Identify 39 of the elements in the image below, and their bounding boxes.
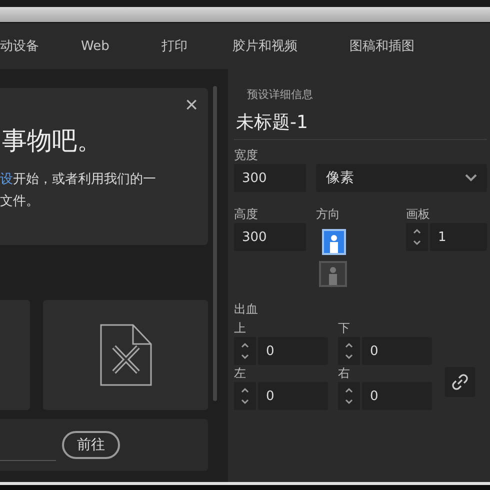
intro-text: 设开始，或者利用我们的一文件。 [0,171,157,211]
width-field[interactable]: 300 [234,164,306,192]
stepper-arrows-icon[interactable] [338,382,360,410]
field-label: 宽度 [234,147,259,164]
category-tab[interactable]: 打印 [161,37,188,55]
field-label: 下 [338,320,351,337]
artboards-field[interactable]: 1 [430,223,487,251]
bleed-field[interactable]: 0 [362,382,432,410]
stepper-arrows-icon[interactable] [234,382,256,410]
bleed-field[interactable]: 0 [258,337,328,365]
document-name-field[interactable]: 未标题-1 [234,102,487,140]
preset-link[interactable]: 设 [0,172,13,187]
field-label: 方向 [316,206,340,223]
field-label: 左 [234,365,247,382]
go-button[interactable]: 前往 [62,431,120,459]
units-dropdown[interactable]: 像素 [316,164,487,192]
link-icon[interactable] [445,367,475,397]
template-card[interactable] [43,300,208,410]
field-label: 画板 [406,206,431,223]
height-field[interactable]: 300 [234,223,306,251]
stepper-arrows-icon[interactable] [406,223,428,251]
welcome-heading: 事物吧。 [1,125,103,157]
stepper-arrows-icon[interactable] [234,337,256,365]
category-tab[interactable]: Web [81,38,110,54]
close-button[interactable]: × [185,94,198,116]
stepper-arrows-icon[interactable] [338,337,360,365]
chevron-down-icon [465,174,477,182]
bleed-field[interactable]: 0 [362,337,432,365]
field-label: 右 [338,365,351,382]
category-tab[interactable]: 胶片和视频 [232,37,298,55]
section-label: 出血 [234,301,259,318]
landscape-orientation-button[interactable] [319,261,347,287]
field-label: 上 [234,320,247,337]
field-label: 高度 [234,206,259,223]
bleed-field[interactable]: 0 [258,382,328,410]
category-tab[interactable]: 动设备 [0,37,39,55]
section-title: 预设详细信息 [246,87,314,102]
portrait-orientation-button[interactable] [322,229,346,255]
category-tab[interactable]: 图稿和插图 [349,37,414,55]
